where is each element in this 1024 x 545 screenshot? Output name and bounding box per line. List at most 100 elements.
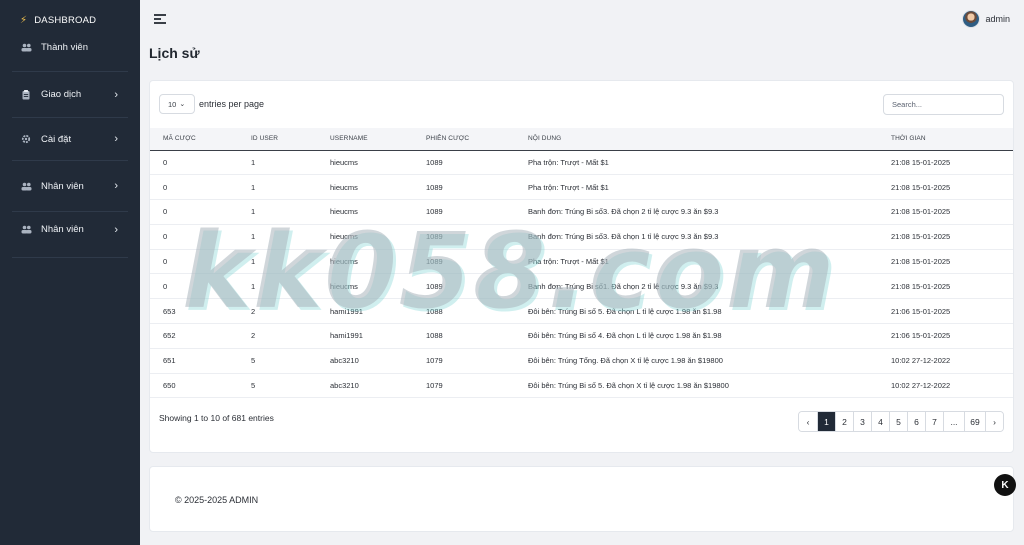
table-row: 0 1 hieucms 1089 Banh đơn: Trúng Bi số3. Đã … bbox=[150, 199, 1013, 225]
bolt-icon: ⚡ bbox=[20, 14, 28, 26]
table-cell: Đôi bên: Trúng Bi số 5. Đã chọn X tỉ lệ … bbox=[528, 373, 891, 399]
table-cell: Pha trộn: Trượt - Mất $1 bbox=[528, 174, 891, 201]
pagination-page-button[interactable]: 5 bbox=[889, 412, 907, 431]
table-cell: 1089 bbox=[426, 273, 528, 300]
pagination-page-button[interactable]: 4 bbox=[871, 412, 889, 431]
help-button[interactable]: K bbox=[994, 474, 1016, 496]
table-cell: 0 bbox=[150, 273, 251, 300]
sidebar-item-nhan-vien-2[interactable]: Nhân viên › bbox=[0, 212, 140, 247]
pagination-page-button[interactable]: 2 bbox=[835, 412, 853, 431]
table-cell: 21:08 15-01-2025 bbox=[891, 224, 1013, 250]
sidebar-item-cai-dat[interactable]: Cài đặt › bbox=[0, 118, 140, 160]
table-cell: 0 bbox=[150, 249, 251, 275]
table-cell: 21:08 15-01-2025 bbox=[891, 199, 1013, 225]
table-cell: 2 bbox=[251, 323, 330, 349]
sidebar-item-label: Cài đặt bbox=[41, 133, 72, 145]
column-header[interactable]: USERNAME bbox=[330, 128, 426, 151]
table-info: Showing 1 to 10 of 681 entries bbox=[159, 413, 274, 423]
table-cell: hami1991 bbox=[330, 298, 426, 325]
table-cell: 1089 bbox=[426, 199, 528, 225]
pagination-page-button[interactable]: 7 bbox=[925, 412, 943, 431]
sidebar-item-nhan-vien[interactable]: Nhân viên › bbox=[0, 161, 140, 211]
table-row: 0 1 hieucms 1089 Pha trộn: Trượt - Mất $1 21:… bbox=[150, 150, 1013, 176]
table-header-row: MÃ CƯỢC ID USER USERNAME PHIÊN CƯỢC NỘI … bbox=[150, 128, 1013, 151]
table-cell: 1 bbox=[251, 199, 330, 225]
column-header[interactable]: NỘI DUNG bbox=[528, 128, 891, 151]
table-cell: hieucms bbox=[330, 199, 426, 225]
table-cell: 0 bbox=[150, 199, 251, 225]
divider bbox=[12, 257, 128, 258]
gear-icon bbox=[20, 133, 32, 145]
table-cell: Pha trộn: Trượt - Mất $1 bbox=[528, 249, 891, 275]
table-cell: 21:08 15-01-2025 bbox=[891, 273, 1013, 300]
copyright: © 2025-2025 ADMIN bbox=[175, 495, 259, 505]
table-body: 0 1 hieucms 1089 Pha trộn: Trượt - Mất $1 21:… bbox=[150, 150, 1013, 399]
search-input[interactable] bbox=[883, 94, 1004, 115]
table-cell: 1 bbox=[251, 249, 330, 275]
pagination-page-button[interactable]: 6 bbox=[907, 412, 925, 431]
users-icon bbox=[20, 224, 32, 236]
table-cell: 10:02 27-12-2022 bbox=[891, 373, 1013, 399]
table-cell: 1 bbox=[251, 273, 330, 300]
chevron-right-icon: › bbox=[114, 133, 118, 145]
table-cell: hami1991 bbox=[330, 323, 426, 349]
page-length-select[interactable]: 10 ⌄ bbox=[159, 94, 195, 114]
chevron-right-icon: › bbox=[114, 180, 118, 192]
footer: © 2025-2025 ADMIN bbox=[149, 466, 1014, 532]
table-cell: Banh đơn: Trúng Bi số3. Đã chọn 2 tỉ lệ … bbox=[528, 199, 891, 225]
table-row: 650 5 abc3210 1079 Đôi bên: Trúng Bi số 5. Đ… bbox=[150, 373, 1013, 399]
sidebar-item-thanh-vien[interactable]: Thành viên bbox=[0, 40, 140, 55]
table-cell: Pha trộn: Trượt - Mất $1 bbox=[528, 150, 891, 176]
column-header[interactable]: THỜI GIAN bbox=[891, 128, 1013, 151]
pagination-page-button[interactable]: 69 bbox=[964, 412, 985, 431]
table-row: 653 2 hami1991 1088 Đôi bên: Trúng Bi số 5. … bbox=[150, 298, 1013, 325]
column-header[interactable]: MÃ CƯỢC bbox=[150, 128, 251, 151]
table-cell: 0 bbox=[150, 150, 251, 176]
pagination-page-button[interactable]: ... bbox=[943, 412, 964, 431]
history-table: MÃ CƯỢC ID USER USERNAME PHIÊN CƯỢC NỘI … bbox=[150, 128, 1013, 399]
table-row: 0 1 hieucms 1089 Pha trộn: Trượt - Mất $1 21:… bbox=[150, 174, 1013, 201]
sidebar: ⚡ DASHBROAD Thành viên Giao dịch › Cài đ… bbox=[0, 0, 140, 545]
table-cell: 0 bbox=[150, 224, 251, 250]
username: admin bbox=[985, 14, 1010, 24]
table-cell: 0 bbox=[150, 174, 251, 201]
table-cell: 1 bbox=[251, 224, 330, 250]
table-cell: 652 bbox=[150, 323, 251, 349]
table-cell: 1089 bbox=[426, 224, 528, 250]
table-cell: hieucms bbox=[330, 174, 426, 201]
table-cell: 5 bbox=[251, 348, 330, 374]
table-row: 0 1 hieucms 1089 Banh đơn: Trúng Bi số1. Đã … bbox=[150, 273, 1013, 300]
table-cell: 21:08 15-01-2025 bbox=[891, 174, 1013, 201]
users-icon bbox=[20, 180, 32, 192]
table-cell: Banh đơn: Trúng Bi số3. Đã chọn 1 tỉ lệ … bbox=[528, 224, 891, 250]
table-cell: 650 bbox=[150, 373, 251, 399]
users-icon bbox=[20, 42, 32, 54]
table-cell: 1089 bbox=[426, 150, 528, 176]
sidebar-item-label: Nhân viên bbox=[41, 224, 84, 235]
menu-toggle-icon[interactable] bbox=[154, 14, 166, 26]
sidebar-item-giao-dich[interactable]: Giao dịch › bbox=[0, 72, 140, 117]
table-cell: 1 bbox=[251, 174, 330, 201]
pagination-prev-button[interactable]: ‹ bbox=[799, 412, 817, 431]
table-cell: 1079 bbox=[426, 373, 528, 399]
chevron-right-icon: › bbox=[114, 88, 118, 101]
pagination-page-button[interactable]: 1 bbox=[817, 412, 835, 431]
table-cell: 651 bbox=[150, 348, 251, 374]
table-row: 0 1 hieucms 1089 Pha trộn: Trượt - Mất $1 21:… bbox=[150, 249, 1013, 275]
chevron-down-icon: ⌄ bbox=[179, 101, 186, 108]
brand[interactable]: ⚡ DASHBROAD bbox=[0, 0, 140, 40]
column-header[interactable]: PHIÊN CƯỢC bbox=[426, 128, 528, 151]
page-title: Lịch sử bbox=[149, 45, 200, 61]
pagination-next-button[interactable]: › bbox=[985, 412, 1003, 431]
history-card: 10 ⌄ entries per page MÃ CƯỢC ID USER US… bbox=[149, 80, 1014, 453]
pagination-page-button[interactable]: 3 bbox=[853, 412, 871, 431]
table-cell: abc3210 bbox=[330, 348, 426, 374]
column-header[interactable]: ID USER bbox=[251, 128, 330, 151]
table-row: 652 2 hami1991 1088 Đôi bên: Trúng Bi số 4. … bbox=[150, 323, 1013, 349]
table-cell: 653 bbox=[150, 298, 251, 325]
avatar bbox=[962, 10, 981, 28]
user-menu[interactable]: admin bbox=[962, 10, 1010, 28]
table-cell: abc3210 bbox=[330, 373, 426, 399]
table-cell: 21:08 15-01-2025 bbox=[891, 249, 1013, 275]
table-row: 651 5 abc3210 1079 Đôi bên: Trúng Tổng. Đã c… bbox=[150, 348, 1013, 374]
